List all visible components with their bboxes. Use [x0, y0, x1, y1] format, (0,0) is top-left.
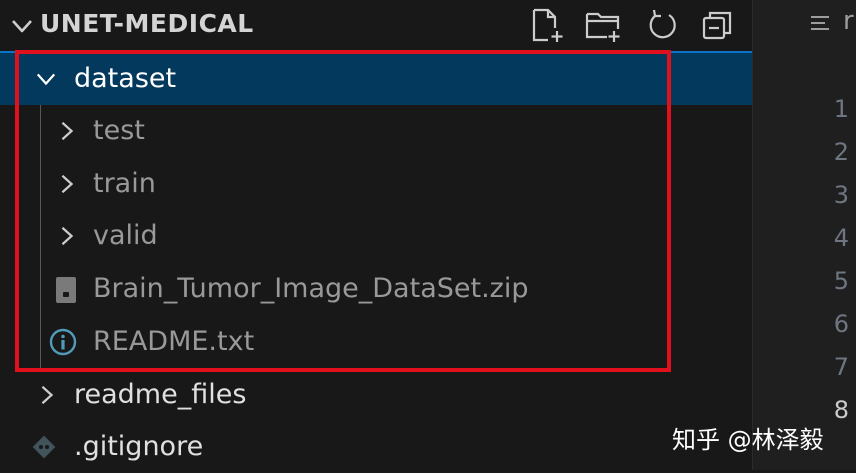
- git-icon: [32, 435, 56, 459]
- lines-icon: [811, 16, 829, 30]
- tree-item-train[interactable]: train: [0, 158, 752, 210]
- tree-item-valid[interactable]: valid: [0, 210, 752, 262]
- editor-area[interactable]: r 1 2 3 4 5 6 7 8: [753, 0, 856, 470]
- chevron-right-icon[interactable]: [56, 225, 78, 247]
- chevron-right-icon[interactable]: [56, 173, 78, 195]
- explorer-header[interactable]: UNET-MEDICAL: [0, 0, 752, 52]
- chevron-down-icon[interactable]: [10, 14, 34, 38]
- line-number: 6: [833, 310, 849, 338]
- chevron-right-icon[interactable]: [56, 120, 78, 142]
- line-number: 2: [833, 138, 849, 166]
- new-file-icon[interactable]: [528, 7, 564, 43]
- explorer-title: UNET-MEDICAL: [40, 9, 254, 38]
- chevron-right-icon[interactable]: [36, 384, 58, 406]
- line-number: 1: [833, 95, 849, 123]
- zip-file-icon: [56, 277, 76, 303]
- explorer-panel: UNET-MEDICAL dataset test train valid Br…: [0, 0, 752, 470]
- tree-item-brain-tumor-zip[interactable]: Brain_Tumor_Image_DataSet.zip: [0, 263, 752, 315]
- collapse-all-icon[interactable]: [700, 7, 736, 43]
- tree-item-dataset[interactable]: dataset: [0, 53, 752, 105]
- tree-item-readme-files[interactable]: readme_files: [0, 369, 752, 421]
- tree-item-test[interactable]: test: [0, 105, 752, 157]
- tree-item-label: dataset: [74, 63, 177, 94]
- editor-tab-label[interactable]: r: [843, 6, 854, 36]
- new-folder-icon[interactable]: [585, 7, 621, 43]
- tree-item-label: test: [93, 115, 145, 146]
- tree-item-label: readme_files: [74, 379, 247, 410]
- tree-item-readme-txt[interactable]: README.txt: [0, 316, 752, 368]
- tree-item-label: valid: [93, 220, 158, 251]
- line-number-current: 8: [833, 396, 849, 424]
- watermark: 知乎 @林泽毅: [672, 426, 824, 454]
- line-number: 4: [833, 224, 849, 252]
- chevron-down-icon[interactable]: [35, 68, 57, 90]
- line-number: 3: [833, 181, 849, 209]
- refresh-icon[interactable]: [644, 7, 680, 43]
- line-number: 7: [833, 353, 849, 381]
- tree-item-label: Brain_Tumor_Image_DataSet.zip: [93, 273, 529, 304]
- tree-item-label: README.txt: [93, 326, 255, 357]
- tree-item-gitignore[interactable]: .gitignore: [0, 421, 752, 473]
- tree-item-label: .gitignore: [74, 431, 204, 462]
- line-number: 5: [833, 267, 849, 295]
- tree-item-label: train: [93, 168, 156, 199]
- info-icon: [49, 328, 77, 356]
